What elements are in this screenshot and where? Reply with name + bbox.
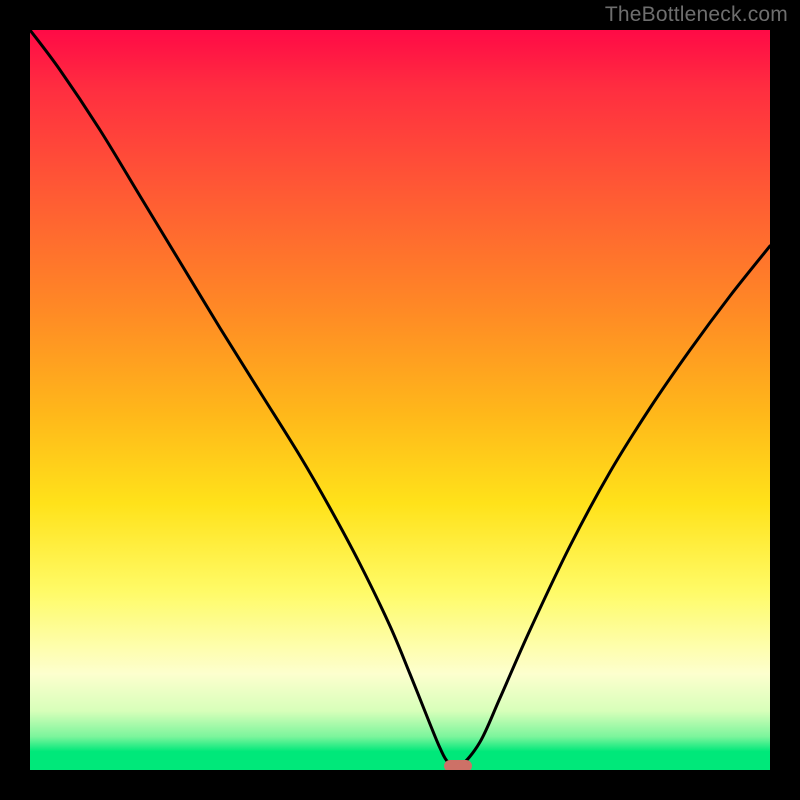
chart-frame: TheBottleneck.com (0, 0, 800, 800)
plot-area (30, 30, 770, 770)
bottleneck-curve (30, 30, 770, 770)
watermark-text: TheBottleneck.com (605, 3, 788, 27)
optimal-marker (444, 760, 472, 770)
